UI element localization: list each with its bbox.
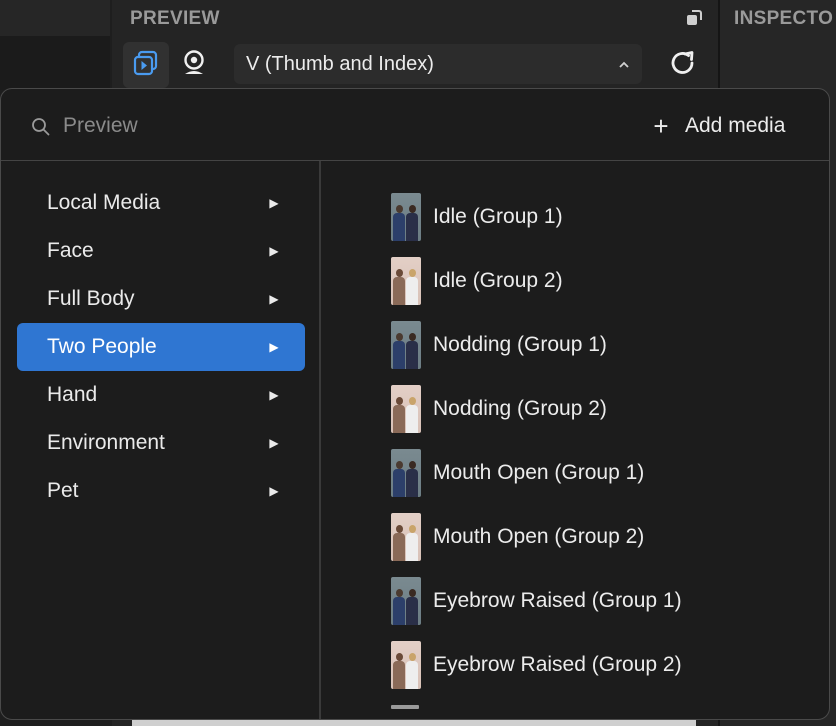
media-thumbnail (391, 577, 421, 625)
add-media-label: Add media (685, 114, 786, 137)
media-thumbnail (391, 321, 421, 369)
webcam-icon (180, 49, 208, 82)
triangle-right-icon: ▶ (269, 436, 279, 450)
media-item-label: Eyebrow Raised (Group 2) (433, 653, 682, 676)
media-item[interactable]: Eyebrow Raised (Group 2) (391, 633, 682, 697)
media-list: Idle (Group 1) Idle (Group 2) Nodding (G… (391, 185, 682, 709)
category-label: Environment (47, 431, 165, 454)
media-item-label: Nodding (Group 2) (433, 397, 607, 420)
triangle-right-icon: ▶ (269, 196, 279, 210)
triangle-right-icon: ▶ (269, 244, 279, 258)
media-item[interactable]: Nodding (Group 1) (391, 313, 682, 377)
inspector-panel-title: INSPECTO (734, 8, 834, 29)
category-environment[interactable]: Environment ▶ (17, 419, 305, 467)
media-thumbnail (391, 449, 421, 497)
column-divider (319, 161, 321, 719)
preview-source-icon (132, 49, 160, 82)
preview-source-button[interactable] (123, 42, 169, 88)
left-panel-area (0, 36, 110, 90)
media-item[interactable]: Mouth Open (Group 2) (391, 505, 682, 569)
media-item[interactable]: Mouth Open (Group 1) (391, 441, 682, 505)
media-item[interactable]: Nodding (Group 2) (391, 377, 682, 441)
media-item-label: Idle (Group 2) (433, 269, 563, 292)
preview-source-dropdown[interactable]: V (Thumb and Index) (234, 44, 642, 84)
category-label: Pet (47, 479, 79, 502)
category-list: Local Media ▶ Face ▶ Full Body ▶ Two Peo… (17, 179, 305, 515)
media-item-label: Nodding (Group 1) (433, 333, 607, 356)
search-input[interactable] (63, 111, 563, 141)
media-thumbnail (391, 385, 421, 433)
media-thumbnail-partial (391, 705, 419, 709)
search-icon (31, 117, 51, 137)
media-thumbnail (391, 513, 421, 561)
triangle-right-icon: ▶ (269, 388, 279, 402)
category-pet[interactable]: Pet ▶ (17, 467, 305, 515)
maximize-icon[interactable] (686, 10, 702, 26)
refresh-button[interactable] (660, 42, 706, 88)
left-panel-header (0, 0, 110, 36)
triangle-right-icon: ▶ (269, 292, 279, 306)
media-item-label: Mouth Open (Group 2) (433, 525, 645, 548)
media-item-label: Mouth Open (Group 1) (433, 461, 645, 484)
refresh-icon (668, 48, 698, 83)
category-label: Two People (47, 335, 157, 358)
media-picker-popup: + Add media Local Media ▶ Face ▶ Full Bo… (0, 88, 830, 720)
triangle-right-icon: ▶ (269, 484, 279, 498)
media-item[interactable]: Idle (Group 2) (391, 249, 682, 313)
category-hand[interactable]: Hand ▶ (17, 371, 305, 419)
media-item-label: Eyebrow Raised (Group 1) (433, 589, 682, 612)
plus-icon: + (653, 111, 669, 141)
category-two-people[interactable]: Two People ▶ (17, 323, 305, 371)
category-face[interactable]: Face ▶ (17, 227, 305, 275)
category-label: Local Media (47, 191, 161, 214)
camera-button[interactable] (171, 42, 217, 88)
category-full-body[interactable]: Full Body ▶ (17, 275, 305, 323)
category-label: Full Body (47, 287, 135, 310)
media-thumbnail (391, 193, 421, 241)
category-label: Hand (47, 383, 98, 406)
triangle-right-icon: ▶ (269, 340, 279, 354)
chevron-up-icon (618, 53, 630, 76)
dropdown-value: V (Thumb and Index) (246, 52, 434, 75)
category-local-media[interactable]: Local Media ▶ (17, 179, 305, 227)
add-media-button[interactable]: + Add media (651, 111, 785, 141)
media-thumbnail (391, 641, 421, 689)
media-thumbnail (391, 257, 421, 305)
category-label: Face (47, 239, 94, 262)
media-item[interactable]: Idle (Group 1) (391, 185, 682, 249)
preview-panel-title: PREVIEW (130, 8, 220, 29)
media-item[interactable]: Eyebrow Raised (Group 1) (391, 569, 682, 633)
search-bar: + Add media (1, 89, 829, 161)
media-item-label: Idle (Group 1) (433, 205, 563, 228)
